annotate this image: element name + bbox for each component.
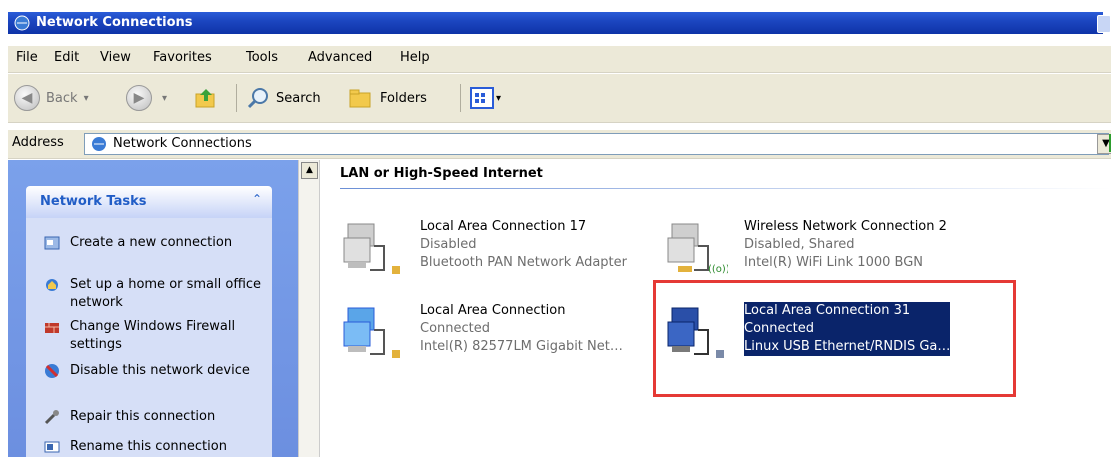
section-header: LAN or High-Speed Internet <box>340 166 543 181</box>
connection-device: Bluetooth PAN Network Adapter <box>420 255 627 270</box>
network-tasks-header[interactable]: Network Tasks ⌃ <box>26 186 272 218</box>
address-field[interactable]: Network Connections <box>84 133 1109 155</box>
folders-button[interactable]: Folders <box>348 84 427 112</box>
menu-tools[interactable]: Tools <box>246 50 278 65</box>
task-label: Rename this connection <box>70 439 227 454</box>
search-button[interactable]: Search <box>246 84 321 112</box>
task-repair-connection[interactable]: Repair this connection <box>44 408 264 426</box>
views-button[interactable]: ▾ <box>470 84 501 112</box>
menu-help[interactable]: Help <box>400 50 430 65</box>
network-disabled-icon <box>343 223 400 274</box>
search-label: Search <box>276 90 321 106</box>
back-button[interactable]: ◀ Back ▾ <box>14 84 89 112</box>
network-connected-icon <box>343 307 400 358</box>
title-bar: Network Connections <box>0 0 1111 34</box>
menu-bar: File Edit View Favorites Tools Advanced … <box>8 46 1111 73</box>
task-home-network[interactable]: Set up a home or small office network <box>44 276 264 312</box>
window-title: Network Connections <box>36 15 193 30</box>
task-label: Set up a home or small office network <box>70 277 262 310</box>
firewall-icon <box>45 323 59 333</box>
search-icon <box>247 88 268 109</box>
connection-name: Local Area Connection <box>420 303 566 318</box>
collapse-chevron-icon[interactable]: ⌃ <box>252 192 262 206</box>
svg-text:((o)): ((o)) <box>708 264 728 275</box>
views-icon <box>470 87 494 109</box>
network-connections-icon <box>14 15 30 31</box>
forward-dropdown-icon[interactable]: ▾ <box>162 93 167 104</box>
task-firewall[interactable]: Change Windows Firewall settings <box>44 318 264 354</box>
network-connections-icon <box>92 137 106 151</box>
connection-device: Intel(R) 82577LM Gigabit Net… <box>420 339 623 354</box>
network-tasks-body: Create a new connection Set up a home or… <box>26 218 272 457</box>
connection-status: Disabled <box>420 237 477 252</box>
connection-name: Wireless Network Connection 2 <box>744 219 947 234</box>
address-bar: Address Network Connections ▼ <box>8 130 1111 159</box>
highlight-box <box>653 280 1016 397</box>
task-label: Change Windows Firewall settings <box>70 319 236 352</box>
rename-icon <box>44 441 60 453</box>
menu-advanced[interactable]: Advanced <box>308 50 372 65</box>
task-rename-connection[interactable]: Rename this connection <box>44 438 264 456</box>
back-dropdown-icon[interactable]: ▾ <box>84 93 89 104</box>
minimize-button[interactable] <box>1097 15 1111 33</box>
toolbar-separator <box>460 84 461 112</box>
menu-edit[interactable]: Edit <box>54 50 79 65</box>
connection-status: Connected <box>420 321 491 336</box>
wireless-disabled-icon: ((o)) <box>667 223 728 275</box>
toolbar: ◀ Back ▾ ▶ ▾ Search Folders ▾ <box>8 74 1111 123</box>
back-arrow-icon: ◀ <box>14 85 40 111</box>
forward-button[interactable]: ▶ ▾ <box>126 84 167 112</box>
connection-device: Intel(R) WiFi Link 1000 BGN <box>744 255 924 270</box>
connection-item[interactable]: Local Area Connection 17 Disabled Blueto… <box>340 218 650 284</box>
new-connection-icon <box>44 236 60 250</box>
menu-favorites[interactable]: Favorites <box>153 50 212 65</box>
task-label: Repair this connection <box>70 409 216 424</box>
back-label: Back <box>46 90 78 106</box>
menu-view[interactable]: View <box>100 50 131 65</box>
address-label: Address <box>12 135 64 150</box>
repair-icon <box>44 410 59 425</box>
task-disable-device[interactable]: Disable this network device <box>44 362 264 380</box>
views-dropdown-icon[interactable]: ▾ <box>496 93 501 104</box>
home-network-icon <box>46 279 58 291</box>
toolbar-separator <box>236 84 237 112</box>
connection-name: Local Area Connection 17 <box>420 219 587 234</box>
menu-file[interactable]: File <box>16 50 38 65</box>
section-divider <box>340 188 1111 189</box>
task-label: Disable this network device <box>70 363 250 378</box>
task-label: Create a new connection <box>70 235 233 250</box>
window-title-bar[interactable]: Network Connections <box>8 12 1111 34</box>
connection-item[interactable]: ((o)) Wireless Network Connection 2 Disa… <box>664 218 974 284</box>
task-pane-scrollbar[interactable]: ▲ <box>298 160 320 457</box>
folders-label: Folders <box>380 90 427 106</box>
connection-status: Disabled, Shared <box>744 237 855 252</box>
forward-arrow-icon: ▶ <box>126 85 152 111</box>
connection-item[interactable]: Local Area Connection Connected Intel(R)… <box>340 302 650 368</box>
disable-icon <box>45 364 59 378</box>
network-tasks-title: Network Tasks <box>40 194 147 209</box>
up-folder-button[interactable] <box>194 84 218 112</box>
scroll-up-icon[interactable]: ▲ <box>301 162 318 179</box>
task-create-connection[interactable]: Create a new connection <box>44 234 264 252</box>
folders-icon <box>349 89 371 108</box>
up-folder-icon <box>195 89 215 108</box>
address-value: Network Connections <box>113 136 252 151</box>
top-strip <box>0 0 1111 10</box>
